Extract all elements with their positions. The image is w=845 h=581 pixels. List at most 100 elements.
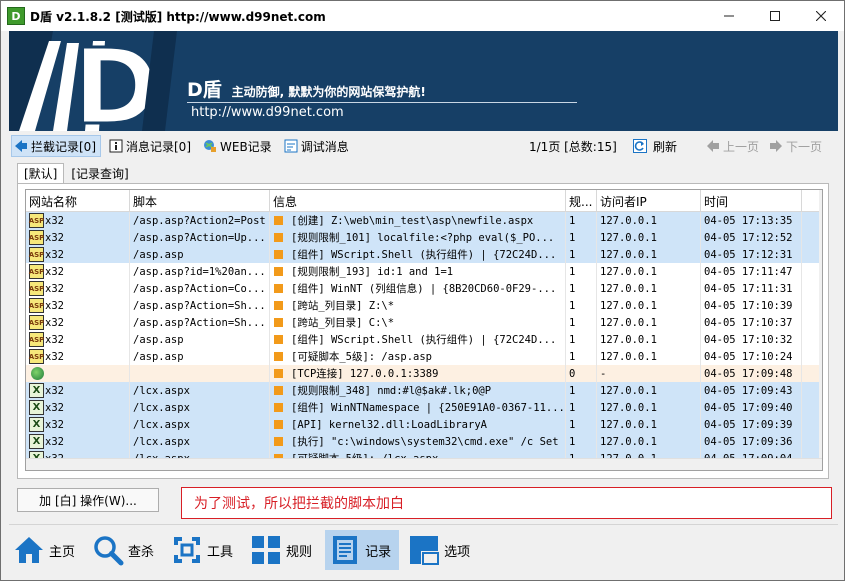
tab-default[interactable]: [默认] (17, 163, 65, 183)
cell-rule-text: 1 (569, 248, 576, 261)
log-table[interactable]: 网站名称 脚本 信息 规... 访问者IP 时间 ASP x32/asp.asp?… (25, 189, 823, 471)
cell-info: [规则限制_193] id:1 and 1=1 (270, 263, 566, 280)
cell-rule-text: 1 (569, 231, 576, 244)
table-row[interactable]: [TCP连接] 127.0.0.1:3389 0 - 04-05 17:09:48 (26, 365, 822, 382)
cell-visitor-ip: 127.0.0.1 (597, 314, 701, 331)
nav-options[interactable]: 选项 (404, 530, 478, 570)
cell-rule: 1 (566, 297, 597, 314)
cell-time: 04-05 17:09:36 (701, 433, 802, 450)
cell-script: /asp.asp?id=1%20an... (130, 263, 270, 280)
options-icon (408, 534, 440, 566)
table-row[interactable]: ASP x32/asp.asp?Action=Sh... [跨站_列目录] C:\*… (26, 314, 822, 331)
cell-script: /asp.asp (130, 348, 270, 365)
table-row[interactable]: ASP x32/asp.asp?Action2=Post [创建] Z:\web\m… (26, 212, 822, 229)
table-row[interactable]: ASP x32/asp.asp [组件] WScript.Shell (执行组件) … (26, 246, 822, 263)
table-row[interactable]: ASP x32/asp.asp?id=1%20an... [规则限制_193] id… (26, 263, 822, 280)
col-info[interactable]: 信息 (270, 190, 566, 212)
severity-marker-icon (274, 420, 283, 429)
cell-script-text: /asp.asp?Action=Up... (133, 231, 266, 244)
cell-time: 04-05 17:09:40 (701, 399, 802, 416)
next-page-button[interactable]: 下一页 (769, 135, 822, 157)
cell-visitor-ip-text: 127.0.0.1 (600, 299, 657, 312)
cell-visitor-ip-text: 127.0.0.1 (600, 214, 657, 227)
table-row[interactable]: Xx32/lcx.aspx [规则限制_348] nmd:#l@$ak#.lk;0… (26, 382, 822, 399)
severity-marker-icon (274, 301, 283, 310)
cell-rule-text: 1 (569, 384, 576, 397)
cell-script: /asp.asp?Action=Up... (130, 229, 270, 246)
tab-intercept-log[interactable]: 拦截记录[0] (11, 135, 101, 157)
col-script[interactable]: 脚本 (130, 190, 270, 212)
severity-marker-icon (274, 318, 283, 327)
maximize-icon (770, 11, 780, 21)
severity-marker-icon (274, 352, 283, 361)
asp-file-icon: ASP (29, 213, 44, 228)
cell-info-text: [规则限制_348] nmd:#l@$ak#.lk;0@P (291, 385, 492, 397)
cell-info: [规则限制_101] localfile:<?php eval($_PO... (270, 229, 566, 246)
table-row[interactable]: Xx32/lcx.aspx [组件] WinNTNamespace | {250E… (26, 399, 822, 416)
nav-tools[interactable]: 工具 (167, 530, 241, 570)
col-site[interactable]: 网站名称 (26, 190, 130, 212)
cell-script (130, 365, 270, 382)
tools-icon (171, 534, 203, 566)
cell-site: ASP x32 (26, 280, 130, 297)
tab-debug[interactable]: 调试消息 (282, 135, 353, 157)
minimize-button[interactable] (706, 1, 752, 31)
col-rule[interactable]: 规... (566, 190, 597, 212)
banner-brand: D盾 主动防御, 默默为你的网站保驾护航! (187, 75, 426, 102)
cell-info: [组件] WScript.Shell (执行组件) | {72C24D... (270, 246, 566, 263)
cell-rule-text: 1 (569, 214, 576, 227)
cell-visitor-ip: 127.0.0.1 (597, 399, 701, 416)
col-visitor-ip[interactable]: 访问者IP (597, 190, 701, 212)
table-row[interactable]: ASP x32/asp.asp?Action=Sh... [跨站_列目录] Z:\*… (26, 297, 822, 314)
prev-page-button[interactable]: 上一页 (706, 135, 759, 157)
cell-time-text: 04-05 17:09:39 (704, 418, 793, 431)
add-whitelist-button[interactable]: 加 [白] 操作(W)... (17, 488, 159, 512)
refresh-button[interactable]: 刷新 (633, 135, 677, 157)
cell-script-text: /asp.asp?Action=Sh... (133, 316, 266, 329)
refresh-label: 刷新 (653, 139, 678, 154)
cell-rule-text: 1 (569, 418, 576, 431)
col-time[interactable]: 时间 (701, 190, 802, 212)
cell-visitor-ip: 127.0.0.1 (597, 331, 701, 348)
cell-visitor-ip-text: 127.0.0.1 (600, 231, 657, 244)
tab-record-query[interactable]: [记录查询] (64, 163, 136, 183)
vertical-scrollbar[interactable] (819, 190, 822, 470)
nav-home[interactable]: 主页 (9, 530, 83, 570)
cell-rule-text: 1 (569, 265, 576, 278)
table-row[interactable]: ASP x32/asp.asp [可疑脚本_5级]: /asp.asp 1 127.0.… (26, 348, 822, 365)
severity-marker-icon (274, 386, 283, 395)
cell-rule-text: 0 (569, 367, 576, 380)
table-row[interactable]: ASP x32/asp.asp?Action=Co... [组件] WinNT (列… (26, 280, 822, 297)
cell-rule: 1 (566, 263, 597, 280)
nav-scan[interactable]: 查杀 (88, 530, 162, 570)
table-row[interactable]: ASP x32/asp.asp [组件] WScript.Shell (执行组件) … (26, 331, 822, 348)
cell-script-text: /asp.asp?id=1%20an... (133, 265, 266, 278)
cell-site: Xx32 (26, 399, 130, 416)
cell-rule: 1 (566, 348, 597, 365)
severity-marker-icon (274, 335, 283, 344)
nav-rules-label: 规则 (286, 544, 313, 560)
severity-marker-icon (274, 369, 283, 378)
cell-time: 04-05 17:10:24 (701, 348, 802, 365)
cell-time: 04-05 17:09:39 (701, 416, 802, 433)
nav-rules[interactable]: 规则 (246, 530, 320, 570)
cell-script-text: /lcx.aspx (133, 418, 190, 431)
cell-visitor-ip: 127.0.0.1 (597, 246, 701, 263)
horizontal-scrollbar[interactable] (26, 458, 822, 470)
cell-visitor-ip-text: 127.0.0.1 (600, 384, 657, 397)
aspx-file-icon: X (29, 417, 44, 432)
cell-time-text: 04-05 17:12:31 (704, 248, 793, 261)
app-icon: D (7, 7, 25, 25)
cell-script-text: /asp.asp (133, 333, 184, 346)
close-button[interactable] (798, 1, 844, 31)
cell-script-text: /lcx.aspx (133, 401, 190, 414)
cell-rule-text: 1 (569, 316, 576, 329)
table-row[interactable]: ASP x32/asp.asp?Action=Up... [规则限制_101] lo… (26, 229, 822, 246)
arrow-right-icon (769, 139, 783, 153)
table-row[interactable]: Xx32/lcx.aspx [执行] "c:\windows\system32\c… (26, 433, 822, 450)
nav-records[interactable]: 记录 (325, 530, 400, 570)
tab-web-log[interactable]: WEB记录 (201, 135, 276, 157)
tab-info-log[interactable]: 消息记录[0] (107, 135, 195, 157)
maximize-button[interactable] (752, 1, 798, 31)
table-row[interactable]: Xx32/lcx.aspx [API] kernel32.dll:LoadLibr… (26, 416, 822, 433)
